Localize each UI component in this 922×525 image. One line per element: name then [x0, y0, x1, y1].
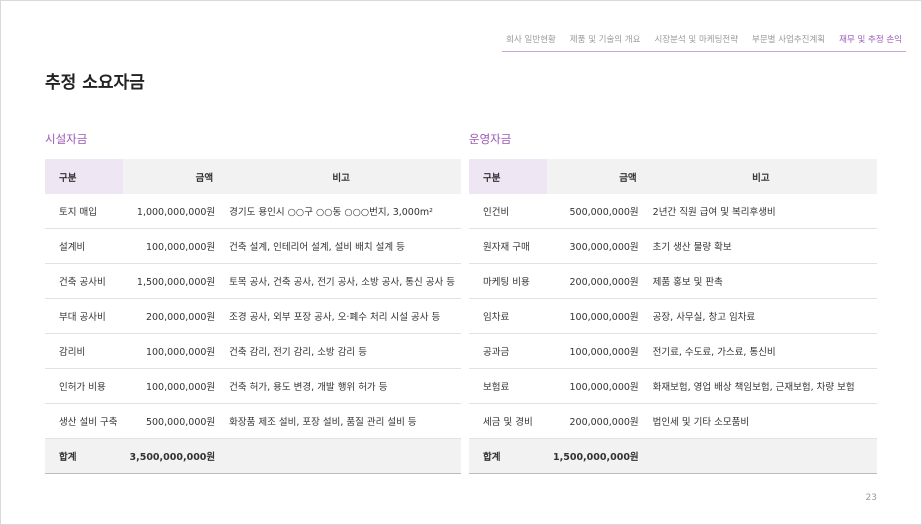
row-note: 초기 생산 물량 확보	[644, 228, 877, 264]
row-category: 공과금	[469, 333, 547, 369]
row-note: 건축 설계, 인테리어 설계, 설비 배치 설계 등	[221, 228, 461, 264]
table-row: 생산 설비 구축 500,000,000원 화장품 제조 설비, 포장 설비, …	[45, 403, 461, 439]
row-category: 인허가 비용	[45, 368, 124, 404]
row-category: 설계비	[45, 228, 124, 264]
total-amount: 1,500,000,000원	[547, 438, 645, 474]
total-note	[644, 438, 877, 474]
table-row: 마케팅 비용 200,000,000원 제품 홍보 및 판촉	[469, 263, 877, 299]
table-row: 감리비 100,000,000원 건축 감리, 전기 감리, 소방 감리 등	[45, 333, 461, 369]
header-note: 비고	[221, 159, 461, 194]
header-note: 비고	[644, 159, 877, 194]
facility-section-title: 시설자금	[45, 132, 88, 146]
row-note: 2년간 직원 급여 및 복리후생비	[644, 194, 877, 229]
header-category: 구분	[469, 159, 547, 194]
row-amount: 100,000,000원	[547, 368, 645, 404]
nav-item-company-overview[interactable]: 회사 일반현황	[506, 33, 556, 45]
table-header-row: 구분 금액 비고	[469, 159, 877, 194]
row-amount: 100,000,000원	[547, 333, 645, 369]
row-note: 건축 감리, 전기 감리, 소방 감리 등	[221, 333, 461, 369]
table-row: 세금 및 경비 200,000,000원 법인세 및 기타 소모품비	[469, 403, 877, 439]
row-category: 감리비	[45, 333, 124, 369]
row-amount: 500,000,000원	[123, 403, 222, 439]
row-amount: 100,000,000원	[123, 228, 222, 264]
row-category: 부대 공사비	[45, 298, 124, 334]
row-note: 토목 공사, 건축 공사, 전기 공사, 소방 공사, 통신 공사 등	[221, 263, 461, 299]
operating-table: 구분 금액 비고 인건비 500,000,000원 2년간 직원 급여 및 복리…	[469, 159, 877, 474]
row-category: 세금 및 경비	[469, 403, 547, 439]
top-navigation: 회사 일반현황 제품 및 기술의 개요 시장분석 및 마케팅전략 부문별 사업추…	[502, 33, 906, 52]
row-amount: 300,000,000원	[547, 228, 645, 264]
row-note: 건축 허가, 용도 변경, 개발 행위 허가 등	[221, 368, 461, 404]
row-category: 인건비	[469, 194, 547, 229]
table-header-row: 구분 금액 비고	[45, 159, 461, 194]
table-row: 원자재 구매 300,000,000원 초기 생산 물량 확보	[469, 228, 877, 264]
row-note: 화장품 제조 설비, 포장 설비, 품질 관리 설비 등	[221, 403, 461, 439]
table-row: 보험료 100,000,000원 화재보험, 영업 배상 책임보험, 근재보험,…	[469, 368, 877, 404]
row-amount: 500,000,000원	[547, 194, 645, 229]
row-amount: 1,500,000,000원	[123, 263, 222, 299]
total-label: 합계	[45, 438, 124, 474]
page-number: 23	[865, 493, 877, 503]
nav-item-finance[interactable]: 재무 및 추정 손익	[839, 33, 902, 45]
table-row: 토지 매입 1,000,000,000원 경기도 용인시 ○○구 ○○동 ○○○…	[45, 194, 461, 229]
row-amount: 100,000,000원	[123, 333, 222, 369]
page-title: 추정 소요자금	[45, 73, 145, 93]
table-row: 설계비 100,000,000원 건축 설계, 인테리어 설계, 설비 배치 설…	[45, 228, 461, 264]
row-amount: 200,000,000원	[123, 298, 222, 334]
header-amount: 금액	[547, 159, 645, 194]
row-category: 생산 설비 구축	[45, 403, 124, 439]
header-category: 구분	[45, 159, 124, 194]
row-category: 마케팅 비용	[469, 263, 547, 299]
table-row: 임차료 100,000,000원 공장, 사무실, 창고 임차료	[469, 298, 877, 334]
row-amount: 100,000,000원	[123, 368, 222, 404]
table-row: 부대 공사비 200,000,000원 조경 공사, 외부 포장 공사, 오·폐…	[45, 298, 461, 334]
nav-item-market-analysis[interactable]: 시장분석 및 마케팅전략	[654, 33, 738, 45]
table-row: 건축 공사비 1,500,000,000원 토목 공사, 건축 공사, 전기 공…	[45, 263, 461, 299]
row-category: 임차료	[469, 298, 547, 334]
row-amount: 1,000,000,000원	[123, 194, 222, 229]
row-note: 조경 공사, 외부 포장 공사, 오·폐수 처리 시설 공사 등	[221, 298, 461, 334]
nav-item-business-plan[interactable]: 부문별 사업추진계획	[752, 33, 825, 45]
table-row: 인허가 비용 100,000,000원 건축 허가, 용도 변경, 개발 행위 …	[45, 368, 461, 404]
row-category: 보험료	[469, 368, 547, 404]
row-note: 화재보험, 영업 배상 책임보험, 근재보험, 차량 보험	[644, 368, 877, 404]
table-total-row: 합계 1,500,000,000원	[469, 438, 877, 474]
operating-section-title: 운영자금	[469, 132, 512, 146]
facility-table: 구분 금액 비고 토지 매입 1,000,000,000원 경기도 용인시 ○○…	[45, 159, 461, 474]
table-row: 인건비 500,000,000원 2년간 직원 급여 및 복리후생비	[469, 194, 877, 229]
row-note: 제품 홍보 및 판촉	[644, 263, 877, 299]
row-note: 경기도 용인시 ○○구 ○○동 ○○○번지, 3,000m²	[221, 194, 461, 229]
row-amount: 200,000,000원	[547, 263, 645, 299]
total-note	[221, 438, 461, 474]
table-total-row: 합계 3,500,000,000원	[45, 438, 461, 474]
total-label: 합계	[469, 438, 547, 474]
row-category: 토지 매입	[45, 194, 124, 229]
row-note: 법인세 및 기타 소모품비	[644, 403, 877, 439]
row-note: 전기료, 수도료, 가스료, 통신비	[644, 333, 877, 369]
header-amount: 금액	[123, 159, 222, 194]
row-note: 공장, 사무실, 창고 임차료	[644, 298, 877, 334]
row-amount: 200,000,000원	[547, 403, 645, 439]
row-category: 건축 공사비	[45, 263, 124, 299]
row-category: 원자재 구매	[469, 228, 547, 264]
nav-item-product-tech[interactable]: 제품 및 기술의 개요	[570, 33, 641, 45]
total-amount: 3,500,000,000원	[123, 438, 222, 474]
table-row: 공과금 100,000,000원 전기료, 수도료, 가스료, 통신비	[469, 333, 877, 369]
row-amount: 100,000,000원	[547, 298, 645, 334]
